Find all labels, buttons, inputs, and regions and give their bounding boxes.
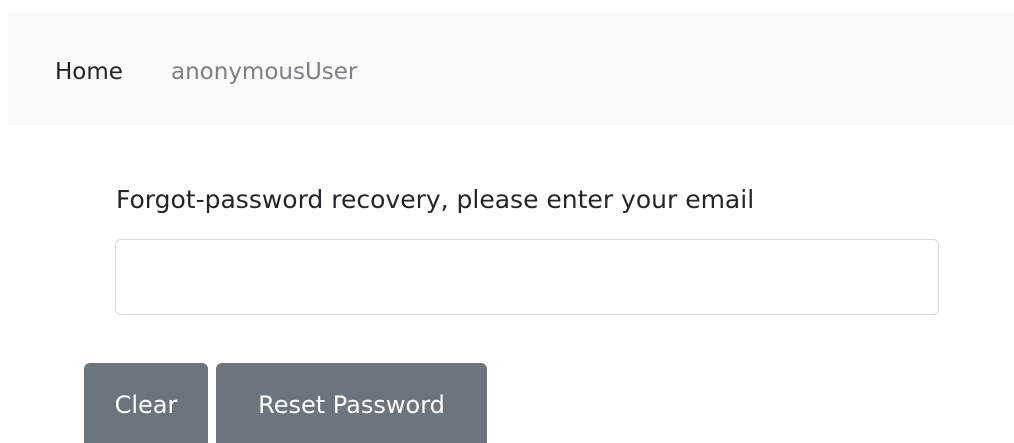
reset-password-button-label: Reset Password: [258, 391, 445, 419]
clear-button-label: Clear: [114, 391, 178, 419]
clear-button[interactable]: Clear: [84, 363, 208, 443]
reset-password-button[interactable]: Reset Password: [216, 363, 487, 443]
navbar: Home anonymousUser: [8, 13, 1014, 125]
email-field-label: Forgot-password recovery, please enter y…: [116, 185, 755, 214]
nav-user-link[interactable]: anonymousUser: [171, 58, 357, 86]
nav-home-link[interactable]: Home: [55, 58, 123, 86]
email-field[interactable]: [115, 239, 939, 315]
